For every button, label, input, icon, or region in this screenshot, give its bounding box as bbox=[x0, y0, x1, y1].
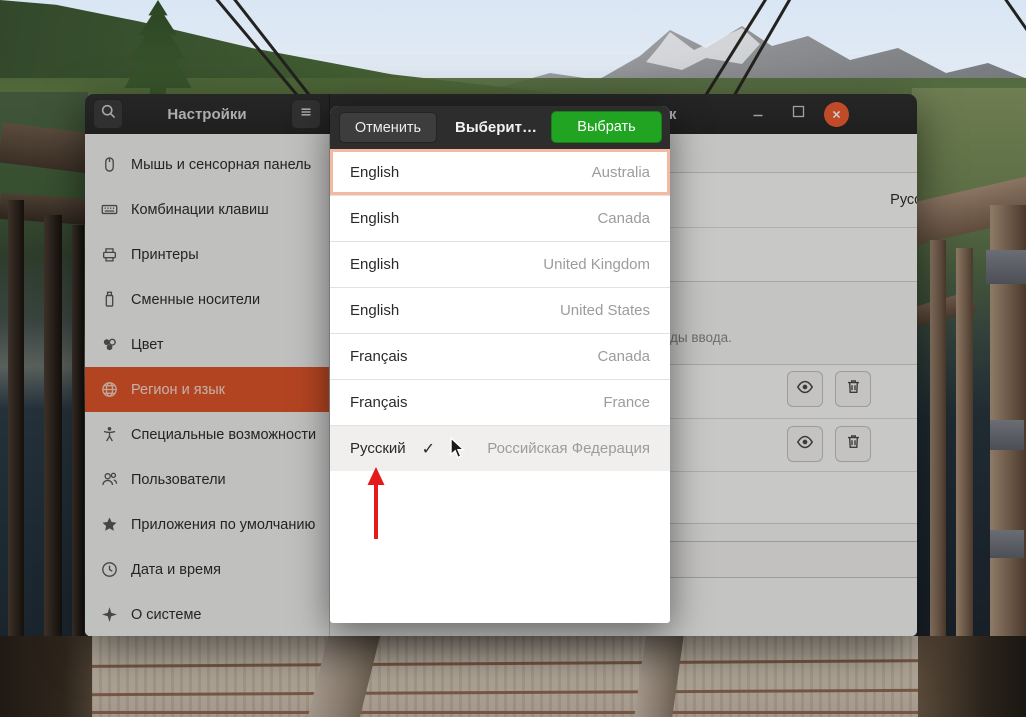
clock-icon bbox=[101, 561, 118, 578]
language-name: Français bbox=[350, 394, 408, 411]
cancel-button[interactable]: Отменить bbox=[339, 112, 437, 143]
language-row-franais-4[interactable]: Français Canada bbox=[330, 333, 670, 379]
sidebar-item-label: Комбинации клавиш bbox=[131, 202, 269, 218]
sidebar-item-9[interactable]: Приложения по умолчанию bbox=[85, 502, 329, 547]
input-sources-caption: ды ввода. bbox=[670, 330, 732, 345]
deck-edge bbox=[918, 636, 1026, 717]
language-region: Canada bbox=[597, 210, 650, 227]
sidebar: Мышь и сенсорная панель Комбинации клавиш… bbox=[85, 134, 330, 636]
removable-media-icon bbox=[101, 291, 118, 308]
sidebar-item-label: О системе bbox=[131, 607, 201, 623]
bridge-post bbox=[8, 200, 24, 636]
language-chooser-dialog: Отменить Выберит… Выбрать English Austral… bbox=[330, 106, 670, 623]
sidebar-item-5[interactable]: Цвет bbox=[85, 322, 329, 367]
trash-icon bbox=[845, 433, 862, 455]
language-region: Australia bbox=[592, 164, 650, 181]
language-region: France bbox=[603, 394, 650, 411]
sidebar-item-label: Цвет bbox=[131, 337, 164, 353]
dialog-headerbar: Отменить Выберит… Выбрать bbox=[330, 106, 670, 149]
bridge-post bbox=[930, 240, 946, 636]
select-button[interactable]: Выбрать bbox=[551, 111, 662, 143]
language-value: Русский (Российская Федерация) bbox=[890, 192, 917, 208]
sidebar-item-label: Принтеры bbox=[131, 247, 199, 263]
language-name: English bbox=[350, 302, 399, 319]
language-row-english-2[interactable]: English United Kingdom bbox=[330, 241, 670, 287]
language-region: United Kingdom bbox=[543, 256, 650, 273]
desktop: Настройки Регион и язык bbox=[0, 0, 1026, 717]
language-row-русский-6[interactable]: Русский ✓ Российская Федерация bbox=[330, 425, 670, 471]
hamburger-icon bbox=[298, 104, 314, 125]
language-row-franais-5[interactable]: Français France bbox=[330, 379, 670, 425]
users-icon bbox=[101, 471, 118, 488]
language-row-english-0[interactable]: English Australia bbox=[330, 149, 670, 195]
language-name: English bbox=[350, 164, 399, 181]
language-region: Российская Федерация bbox=[487, 440, 650, 457]
accessibility-icon bbox=[101, 426, 118, 443]
sidebar-item-6[interactable]: Регион и язык bbox=[85, 367, 329, 412]
sidebar-item-label: Сменные носители bbox=[131, 292, 260, 308]
eye-icon bbox=[796, 433, 814, 456]
sidebar-item-10[interactable]: Дата и время bbox=[85, 547, 329, 592]
color-icon bbox=[101, 336, 118, 353]
deck-gap bbox=[90, 711, 926, 714]
dialog-title: Выберит… bbox=[440, 106, 552, 149]
sidebar-item-label: Дата и время bbox=[131, 562, 221, 578]
language-row-english-1[interactable]: English Canada bbox=[330, 195, 670, 241]
bridge-plate bbox=[990, 530, 1024, 558]
language-list: English Australia English Canada English Unit… bbox=[330, 149, 670, 471]
minimize-button[interactable] bbox=[751, 94, 765, 134]
language-name: English bbox=[350, 256, 399, 273]
remove-source-button[interactable] bbox=[835, 426, 871, 462]
language-name: Русский bbox=[350, 440, 406, 457]
checkmark-icon: ✓ bbox=[422, 439, 435, 459]
preview-source-button[interactable] bbox=[787, 426, 823, 462]
sidebar-item-label: Мышь и сенсорная панель bbox=[131, 157, 311, 173]
menu-button[interactable] bbox=[291, 99, 321, 129]
sidebar-item-label: Приложения по умолчанию bbox=[131, 517, 315, 533]
language-region: Canada bbox=[597, 348, 650, 365]
sidebar-item-8[interactable]: Пользователи bbox=[85, 457, 329, 502]
bridge-post bbox=[44, 215, 62, 636]
sidebar-item-7[interactable]: Специальные возможности bbox=[85, 412, 329, 457]
minimize-icon bbox=[751, 105, 765, 124]
eye-icon bbox=[796, 378, 814, 401]
sidebar-item-11[interactable]: О системе bbox=[85, 592, 329, 636]
bridge-deck bbox=[0, 636, 1026, 717]
language-row-english-3[interactable]: English United States bbox=[330, 287, 670, 333]
close-icon bbox=[824, 102, 849, 127]
about-icon bbox=[101, 606, 118, 623]
sidebar-item-4[interactable]: Сменные носители bbox=[85, 277, 329, 322]
language-name: English bbox=[350, 210, 399, 227]
keyboard-icon bbox=[101, 201, 118, 218]
printer-icon bbox=[101, 246, 118, 263]
preview-source-button[interactable] bbox=[787, 371, 823, 407]
bridge-post bbox=[72, 225, 84, 636]
bridge-plate bbox=[990, 420, 1024, 450]
mouse-icon bbox=[101, 156, 118, 173]
star-icon bbox=[101, 516, 118, 533]
sidebar-item-1[interactable]: Мышь и сенсорная панель bbox=[85, 142, 329, 187]
globe-icon bbox=[101, 381, 118, 398]
bridge-post bbox=[956, 248, 973, 636]
bridge-plate bbox=[986, 250, 1026, 284]
language-name: Français bbox=[350, 348, 408, 365]
language-region: United States bbox=[560, 302, 650, 319]
sidebar-item-2[interactable]: Комбинации клавиш bbox=[85, 187, 329, 232]
maximize-icon bbox=[792, 105, 805, 123]
headerbar-left: Настройки bbox=[85, 94, 330, 134]
sidebar-item-3[interactable]: Принтеры bbox=[85, 232, 329, 277]
trash-icon bbox=[845, 378, 862, 400]
sidebar-item-label: Специальные возможности bbox=[131, 427, 316, 443]
remove-source-button[interactable] bbox=[835, 371, 871, 407]
sidebar-item-label: Пользователи bbox=[131, 472, 226, 488]
close-button[interactable] bbox=[824, 94, 849, 134]
deck-edge bbox=[0, 636, 92, 717]
sidebar-item-label: Регион и язык bbox=[131, 382, 225, 398]
maximize-button[interactable] bbox=[792, 94, 805, 134]
